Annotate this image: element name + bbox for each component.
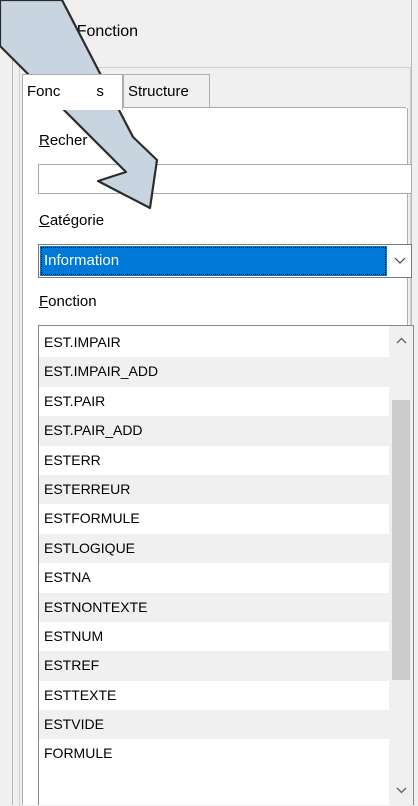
search-label-tail: er	[113, 132, 127, 149]
function-label: Fonction	[39, 293, 97, 310]
category-label-accesskey: C	[39, 212, 50, 229]
list-item[interactable]: FORMULE	[39, 739, 389, 768]
search-input[interactable]	[38, 164, 412, 194]
tab-functions-label: Fonc	[27, 83, 61, 100]
list-item[interactable]: ESTNUM	[39, 622, 389, 651]
chevron-down-icon[interactable]	[388, 245, 411, 277]
list-item[interactable]: ESTREF	[39, 651, 389, 681]
tab-structure[interactable]: Structure	[123, 74, 210, 108]
list-item[interactable]: ESTERREUR	[39, 474, 389, 505]
list-item[interactable]: EST.IMPAIR_ADD	[39, 357, 389, 387]
chevron-up-icon[interactable]	[389, 326, 413, 354]
function-list[interactable]: EST.IMPAIR EST.IMPAIR_ADD EST.PAIR EST.P…	[38, 325, 414, 805]
function-label-text: onction	[48, 293, 97, 310]
window-frame-left	[0, 0, 13, 805]
tab-structure-label: Structure	[128, 83, 189, 100]
search-label-accesskey: R	[39, 132, 50, 149]
category-selected-value: Information	[40, 246, 387, 276]
dialog-title: ant Fonction	[50, 23, 139, 40]
scrollbar-thumb[interactable]	[392, 400, 410, 680]
list-item[interactable]: ESTTEXTE	[39, 681, 389, 710]
function-list-items: EST.IMPAIR EST.IMPAIR_ADD EST.PAIR EST.P…	[39, 328, 389, 769]
function-label-accesskey: F	[39, 293, 49, 310]
list-item[interactable]: EST.PAIR	[39, 387, 389, 416]
search-label: Recher er	[39, 132, 127, 149]
list-item[interactable]: EST.PAIR_ADD	[39, 416, 389, 446]
list-item[interactable]: ESTERR	[39, 446, 389, 475]
search-label-text: echer	[49, 132, 88, 149]
tab-functions[interactable]: Fonc s	[22, 74, 123, 110]
category-select[interactable]: Information	[38, 244, 412, 278]
list-item[interactable]: EST.IMPAIR	[39, 328, 389, 357]
chevron-down-icon[interactable]	[389, 776, 413, 804]
tab-functions-label-rest: s	[96, 83, 104, 100]
list-item[interactable]: ESTLOGIQUE	[39, 533, 389, 564]
list-item[interactable]: ESTNA	[39, 563, 389, 592]
list-item[interactable]: ESTNONTEXTE	[39, 592, 389, 622]
list-item[interactable]: ESTVIDE	[39, 710, 389, 740]
list-item[interactable]: ESTFORMULE	[39, 504, 389, 533]
function-list-scrollbar[interactable]	[389, 326, 413, 805]
category-label: Catégorie	[39, 212, 104, 229]
category-label-text: atégorie	[49, 212, 105, 229]
dialog-title-bar: ant Fonction	[13, 0, 411, 66]
